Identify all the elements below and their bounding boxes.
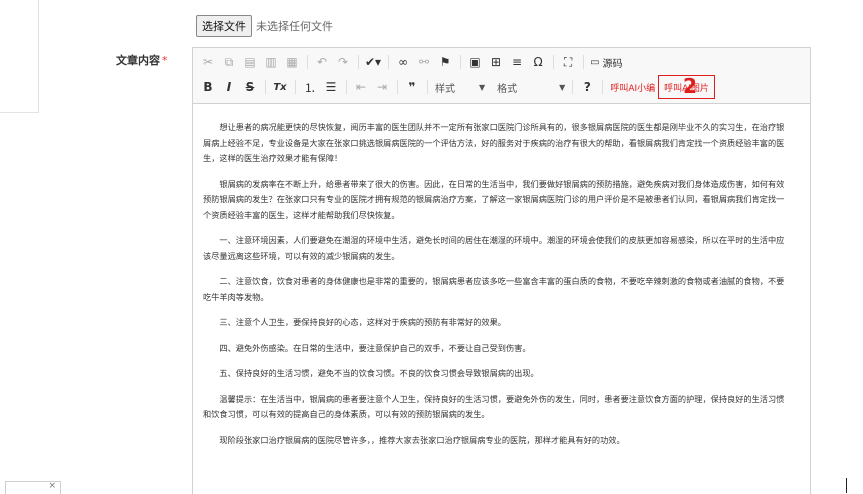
toolbar-divider [307,55,308,69]
rich-text-editor[interactable]: ✂ ⧉ ▤ ▥ ▦ ↶ ↷ ✔▾ ∞ ⚯ ⚑ ▣ ⊞ ≡ Ω ⛶ ▭ 源码 B I [192,47,811,494]
indent-icon[interactable]: ⇥ [372,78,392,96]
content-paragraph: 现阶段张家口治疗银屑病的医院尽管许多，，推荐大家去张家口治疗银屑病专业的医院，那… [219,434,625,445]
toolbar-row-2: B I S Tx ⒈ ☰ ⇤ ⇥ ❞ 样式 ▼ 格式 ▼ ? 呼叫AI小编 呼叫AI… [198,75,715,99]
toolbar-divider [265,80,266,94]
strike-button[interactable]: S [240,78,260,96]
cut-icon[interactable]: ✂ [198,53,218,71]
help-label: ? [583,80,591,94]
image-icon[interactable]: ▣ [465,53,485,71]
file-upload-row: 选择文件 未选择任何文件 [196,15,333,37]
file-status-text: 未选择任何文件 [256,20,333,33]
toolbar-row-1: ✂ ⧉ ▤ ▥ ▦ ↶ ↷ ✔▾ ∞ ⚯ ⚑ ▣ ⊞ ≡ Ω ⛶ ▭ 源码 [198,51,626,73]
anchor-flag-icon[interactable]: ⚑ [435,53,455,71]
strike-label: S [245,80,255,94]
bold-label: B [203,80,213,94]
toolbar-divider [346,80,347,94]
toolbar-divider [358,55,359,69]
special-char-icon[interactable]: Ω [528,53,548,71]
toolbar-divider [460,55,462,69]
left-panel [0,0,39,113]
style-label: 样式 [435,83,455,95]
content-paragraph: 想让患者的病况能更快的尽快恢复，阅历丰富的医生团队并不一定所有张家口医院门诊所具… [203,122,785,163]
format-dropdown[interactable]: 格式 ▼ [494,79,568,95]
source-label: 源码 [602,58,623,70]
bottom-input-field[interactable]: × [5,481,61,494]
editor-content[interactable]: 想让患者的病况能更快的尽快恢复，阅历丰富的医生团队并不一定所有张家口医院门诊所具… [203,120,791,458]
ai-assistant-button[interactable]: 呼叫AI小编 [607,79,658,95]
chevron-down-icon: ▼ [479,82,486,92]
source-button[interactable]: ▭ 源码 [588,53,624,71]
table-icon[interactable]: ⊞ [486,53,506,71]
choose-file-button[interactable]: 选择文件 [196,15,252,37]
text-cursor [846,478,847,493]
toolbar-divider [295,80,296,94]
maximize-icon[interactable]: ⛶ [558,53,578,71]
annotation-number: 2 [683,74,697,98]
outdent-icon[interactable]: ⇤ [351,78,371,96]
content-paragraph: 三、注意个人卫生，要保持良好的心态，这样对于疾病的预防有非常好的效果。 [219,317,506,327]
italic-label: I [226,80,232,94]
content-paragraph: 一、注意环境因素，人们要避免在潮湿的环境中生活，避免长时间的居住在潮湿的环境中。… [203,235,785,261]
spellcheck-icon[interactable]: ✔▾ [363,53,383,71]
toolbar-divider [397,80,398,94]
source-doc-icon: ▭ [590,56,600,68]
paste-word-icon[interactable]: ▦ [282,53,302,71]
paste-icon[interactable]: ▤ [240,53,260,71]
toolbar-divider [427,80,428,94]
style-dropdown[interactable]: 样式 ▼ [432,79,488,95]
bold-button[interactable]: B [198,78,218,96]
link-icon[interactable]: ∞ [393,53,413,71]
toolbar-divider [602,80,604,94]
copy-icon[interactable]: ⧉ [219,53,239,71]
content-paragraph: 银屑病的发病率在不断上升，给患者带来了很大的伤害。因此，在日常的生活当中，我们要… [203,178,785,220]
remove-format-button[interactable]: Tx [270,78,290,96]
field-label-text: 文章内容 [116,54,160,67]
paste-text-icon[interactable]: ▥ [261,53,281,71]
horizontal-rule-icon[interactable]: ≡ [507,53,527,71]
unlink-icon[interactable]: ⚯ [414,53,434,71]
numbered-list-icon[interactable]: ⒈ [300,78,320,96]
remove-format-label: Tx [273,81,287,93]
content-paragraph: 温馨提示：在生活当中，银屑病的患者要注意个人卫生，保持良好的生活习惯，要避免外伤… [203,393,785,420]
italic-button[interactable]: I [219,78,239,96]
toolbar-divider [388,55,390,69]
blockquote-label: ❞ [408,80,416,94]
editor-toolbar: ✂ ⧉ ▤ ▥ ▦ ↶ ↷ ✔▾ ∞ ⚯ ⚑ ▣ ⊞ ≡ Ω ⛶ ▭ 源码 B I [193,48,810,104]
blockquote-button[interactable]: ❞ [402,78,422,96]
toolbar-divider [553,55,555,69]
undo-icon[interactable]: ↶ [312,53,332,71]
close-icon[interactable]: × [48,481,56,491]
redo-icon[interactable]: ↷ [333,53,353,71]
help-button[interactable]: ? [577,78,597,96]
toolbar-divider [572,80,574,94]
toolbar-divider [583,55,585,69]
required-mark: * [162,54,168,67]
bulleted-list-icon[interactable]: ☰ [321,78,341,96]
chevron-down-icon: ▼ [559,82,566,92]
content-paragraph: 四、避免外伤感染。在日常的生活中，要注意保护自己的双手，不要让自己受到伤害。 [219,342,531,353]
content-paragraph: 二、注意饮食，饮食对患者的身体健康也是非常的重要的，银屑病患者应该多吃一些富含丰… [203,276,785,302]
content-field-label: 文章内容 * [116,52,168,68]
format-label: 格式 [497,83,518,95]
content-paragraph: 五、保持良好的生活习惯，避免不当的饮食习惯。不良的饮食习惯会导致银屑病的出现。 [219,368,539,378]
